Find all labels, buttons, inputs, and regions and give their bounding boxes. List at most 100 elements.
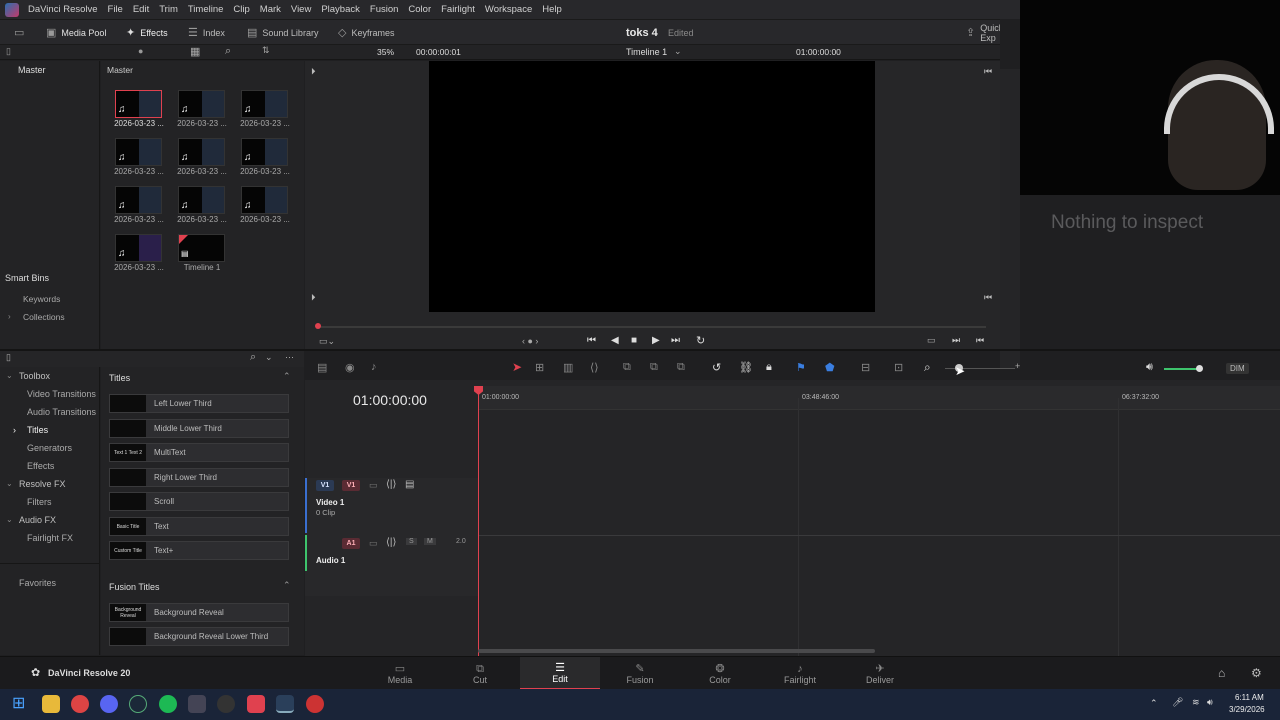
marker-icon[interactable]: ⬟ xyxy=(825,361,835,374)
insert-clip-icon[interactable]: ⧉ xyxy=(623,361,631,374)
clip-thumbnail[interactable]: ♫ xyxy=(241,138,288,166)
menu-fusion[interactable]: Fusion xyxy=(365,4,404,15)
clip-thumbnail[interactable]: ♫ xyxy=(115,138,162,166)
clock-time[interactable]: 6:11 AM xyxy=(1235,693,1264,702)
menu-fairlight[interactable]: Fairlight xyxy=(436,4,480,15)
play-icon[interactable]: ▶ xyxy=(652,335,660,346)
search-icon[interactable]: ⌕ xyxy=(250,351,256,364)
clip-thumbnail[interactable]: ♫ xyxy=(115,90,162,118)
clock-date[interactable]: 3/29/2026 xyxy=(1229,705,1265,714)
chevron-down-icon[interactable]: ⌄ xyxy=(6,515,13,524)
page-deliver-button[interactable]: ✈ Deliver xyxy=(840,657,920,690)
volume-icon[interactable]: 🔊︎ xyxy=(1146,361,1153,374)
fusion-title-item[interactable]: Background Reveal Background Reveal xyxy=(109,603,289,622)
dynamic-trim-icon[interactable]: ▥ xyxy=(563,361,573,374)
effects-button[interactable]: ✦ Effects xyxy=(126,20,168,45)
v1-source-badge[interactable]: V1 xyxy=(316,480,334,491)
menu-playback[interactable]: Playback xyxy=(316,4,365,15)
lock-icon[interactable]: ▭ xyxy=(369,480,378,491)
scrubber-bar[interactable] xyxy=(318,326,986,328)
volume-handle[interactable] xyxy=(1196,365,1203,372)
tree-toolbox[interactable]: Toolbox xyxy=(19,371,50,381)
home-icon[interactable]: ⌂ xyxy=(1218,666,1225,680)
chrome-icon[interactable] xyxy=(306,695,324,713)
sort-icon[interactable]: ⇅ xyxy=(262,45,270,56)
chevron-up-icon[interactable]: ⌃ xyxy=(1150,698,1158,709)
search-icon[interactable]: ⌕ xyxy=(225,45,231,58)
chevron-down-icon[interactable]: ⌄ xyxy=(6,371,13,380)
clip-thumbnail[interactable]: ♫ xyxy=(115,186,162,214)
menu-edit[interactable]: Edit xyxy=(128,4,154,15)
go-to-start-icon[interactable]: ⏮ xyxy=(587,335,596,346)
gear-icon[interactable]: ⚙ xyxy=(1251,666,1262,680)
v1-track-badge[interactable]: V1 xyxy=(342,480,360,491)
title-item[interactable]: Middle Lower Third xyxy=(109,419,289,438)
panel-toggle-icon[interactable]: ▯ xyxy=(6,46,11,57)
tree-titles[interactable]: Titles xyxy=(27,425,48,435)
detail-zoom-icon[interactable]: ⊡ xyxy=(894,361,903,374)
viewer-options-icon[interactable]: ▭⌄ xyxy=(319,336,335,347)
out-point-icon[interactable]: ⏮ xyxy=(984,66,992,77)
match-frame-icon[interactable]: ▭ xyxy=(927,335,936,346)
zoom-slider[interactable]: ● xyxy=(138,46,143,56)
menu-view[interactable]: View xyxy=(286,4,316,15)
tree-filters[interactable]: Filters xyxy=(27,497,52,507)
replace-clip-icon[interactable]: ⧉ xyxy=(677,361,685,374)
page-cut-button[interactable]: ⧉ Cut xyxy=(440,657,520,690)
keyframes-button[interactable]: ◇ Keyframes xyxy=(338,20,394,45)
selection-tool-icon[interactable]: ➤ xyxy=(512,360,522,374)
play-reverse-icon[interactable]: ◀ xyxy=(611,335,619,346)
tree-effects[interactable]: Effects xyxy=(27,461,54,471)
collections-bin[interactable]: Collections xyxy=(23,312,65,322)
menu-color[interactable]: Color xyxy=(403,4,436,15)
chevron-right-icon[interactable]: › xyxy=(13,425,16,435)
viewer-zoom[interactable]: 35% xyxy=(377,47,394,57)
chevron-right-icon[interactable]: › xyxy=(8,312,11,321)
blade-tool-icon[interactable]: ⟨⟩ xyxy=(590,361,599,374)
page-edit-button[interactable]: ☰ Edit xyxy=(520,657,600,690)
menu-trim[interactable]: Trim xyxy=(154,4,183,15)
mute-button[interactable]: M xyxy=(424,538,436,545)
zoom-in-icon[interactable]: + xyxy=(1015,361,1020,371)
fusion-title-item[interactable]: Background Reveal Lower Third xyxy=(109,627,289,646)
timeline-playhead[interactable] xyxy=(478,386,479,656)
title-item[interactable]: Custom Title Text+ xyxy=(109,541,289,560)
track-monitor-icon[interactable]: ▤ xyxy=(405,479,414,490)
tree-fairlight-fx[interactable]: Fairlight FX xyxy=(27,533,73,543)
tree-resolve-fx[interactable]: Resolve FX xyxy=(19,479,66,489)
next-edit-icon[interactable]: ⏭ xyxy=(952,335,960,346)
page-color-button[interactable]: ❂ Color xyxy=(680,657,760,690)
clip-thumbnail[interactable]: ♫ xyxy=(178,90,225,118)
menu-help[interactable]: Help xyxy=(537,4,567,15)
tree-audio-transitions[interactable]: Audio Transitions xyxy=(27,407,96,417)
master-bin[interactable]: Master xyxy=(18,65,46,75)
timeline-dropdown[interactable]: Timeline 1 xyxy=(626,47,667,57)
trim-tool-icon[interactable]: ⊞ xyxy=(535,361,544,374)
full-extent-zoom-icon[interactable]: ⊟ xyxy=(861,361,870,374)
page-media-button[interactable]: ▭ Media xyxy=(360,657,440,690)
chevron-down-icon[interactable]: ⌄ xyxy=(6,479,13,488)
auto-select-icon[interactable]: ⟨|⟩ xyxy=(386,479,396,490)
chrome-icon[interactable] xyxy=(71,695,89,713)
layout-icon[interactable]: ▤ xyxy=(317,361,327,374)
discord-icon[interactable] xyxy=(100,695,118,713)
menu-mark[interactable]: Mark xyxy=(255,4,286,15)
file-explorer-icon[interactable] xyxy=(42,695,60,713)
page-fusion-button[interactable]: ✎ Fusion xyxy=(600,657,680,690)
clip-thumbnail[interactable]: ♫ xyxy=(241,90,288,118)
lock-icon[interactable]: 🔒︎ xyxy=(766,361,772,374)
solo-button[interactable]: S xyxy=(406,538,417,545)
eye-icon[interactable]: ◉ xyxy=(345,361,355,374)
tree-favorites[interactable]: Favorites xyxy=(19,578,56,588)
dim-button[interactable]: DIM xyxy=(1226,363,1249,374)
speaker-icon[interactable]: 🔊︎ xyxy=(1207,697,1213,708)
tree-video-transitions[interactable]: Video Transitions xyxy=(27,389,96,399)
in-point-icon[interactable]: ⏵ xyxy=(311,292,316,303)
media-pool-button[interactable]: ▣ Media Pool xyxy=(46,20,106,45)
zoom-icon[interactable]: ⌕ xyxy=(924,360,931,375)
microphone-icon[interactable]: ♪ xyxy=(371,361,377,373)
steam-icon[interactable] xyxy=(129,695,147,713)
menu-file[interactable]: File xyxy=(103,4,128,15)
a1-track-badge[interactable]: A1 xyxy=(342,538,360,549)
menu-clip[interactable]: Clip xyxy=(228,4,254,15)
